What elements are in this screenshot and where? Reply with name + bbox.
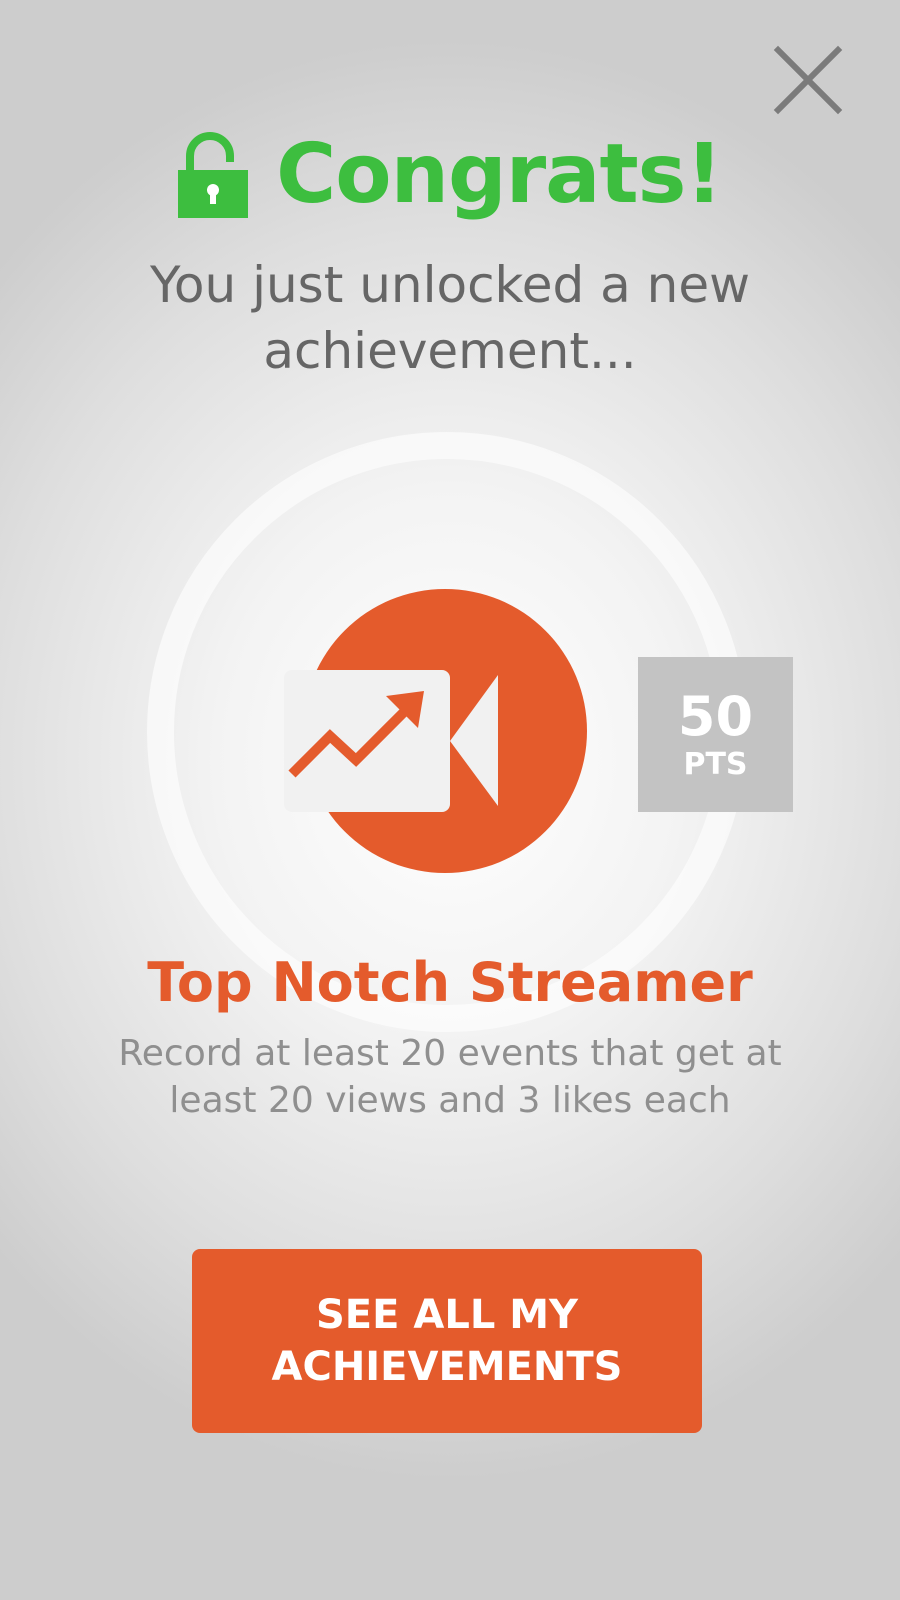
unlock-subtitle: You just unlocked a new achievement... [150,256,750,380]
congrats-title: Congrats! [276,127,723,222]
unlocked-padlock-icon [178,132,249,218]
achievement-unlocked-screen: Congrats! You just unlocked a new achiev… [0,0,900,1600]
close-button[interactable] [770,42,846,118]
points-value: 50 [677,684,754,748]
points-unit: PTS [683,746,748,782]
see-all-achievements-label: SEE ALL MY ACHIEVEMENTS [271,1292,623,1390]
achievement-name: Top Notch Streamer [147,951,753,1014]
video-camera-trending-up-icon [284,589,587,873]
points-badge: 50 PTS [638,657,793,812]
close-icon [773,45,843,115]
header: Congrats! [0,130,900,220]
see-all-achievements-button[interactable]: SEE ALL MY ACHIEVEMENTS [192,1249,702,1433]
achievement-description: Record at least 20 events that get at le… [118,1033,782,1121]
